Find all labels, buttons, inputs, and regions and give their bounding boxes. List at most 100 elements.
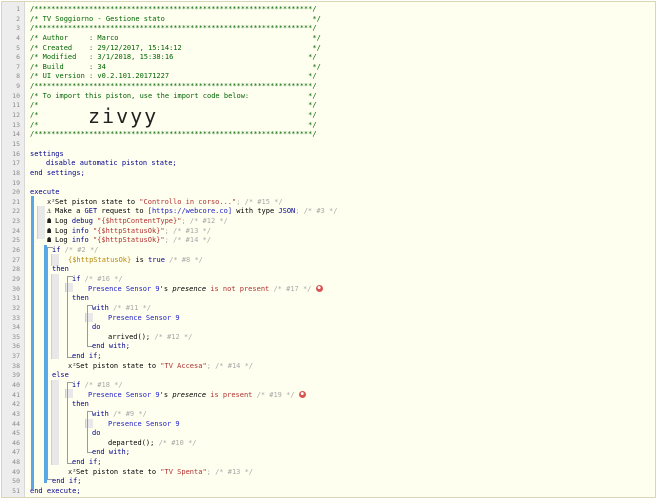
line-number: 18 bbox=[12, 168, 20, 177]
command-text: arrived(); bbox=[108, 332, 151, 341]
code-line[interactable]: 43 with /* #9 */ bbox=[2, 410, 655, 420]
statement-text: Set piston state to bbox=[76, 467, 161, 476]
string-literal: "TV Spenta" bbox=[160, 467, 207, 476]
line-number: 7 bbox=[16, 62, 20, 71]
string-literal: "{$httpStatusOk}" bbox=[92, 236, 165, 245]
code-line: 31 then bbox=[2, 294, 655, 304]
end-execute-keyword: end execute; bbox=[30, 487, 81, 496]
string-literal: "{$httpStatusOk}" bbox=[92, 226, 165, 235]
statement-comment: /* #10 */ bbox=[154, 438, 197, 447]
code-line: 37 end if; bbox=[2, 352, 655, 362]
line-number: 44 bbox=[12, 419, 20, 428]
header-stars: /***************************************… bbox=[30, 130, 317, 139]
header-title: /* TV Soggiorno - Gestione stato */ bbox=[30, 14, 321, 23]
if-keyword: if bbox=[52, 246, 61, 255]
code-line[interactable]: 26 if /* #2 */ bbox=[2, 246, 655, 256]
line-number: 20 bbox=[12, 188, 20, 197]
if-keyword: if bbox=[72, 274, 81, 283]
trace-icon[interactable]: ● bbox=[315, 285, 323, 293]
statement-comment: ; /* #14 */ bbox=[164, 236, 211, 245]
line-number: 5 bbox=[16, 43, 20, 52]
header-author: /* Author : Marco */ bbox=[30, 33, 321, 42]
code-line[interactable]: 32 with /* #11 */ bbox=[2, 304, 655, 314]
log-level: info bbox=[71, 226, 89, 235]
statement-comment: /* #16 */ bbox=[84, 274, 123, 283]
code-line[interactable]: 27 {$httpStatusOk} is true /* #8 */ bbox=[2, 256, 655, 266]
code-line[interactable]: 35 arrived(); /* #12 */ bbox=[2, 333, 655, 343]
with-keyword: with bbox=[92, 303, 109, 312]
statement-comment: /* #9 */ bbox=[113, 409, 147, 418]
then-keyword: then bbox=[72, 294, 89, 303]
code-line[interactable]: 44 Presence Sensor 9 bbox=[2, 420, 655, 430]
line-number: 30 bbox=[12, 284, 20, 293]
code-line: 5 /* Created : 29/12/2017, 15:14:12 */ bbox=[2, 44, 655, 54]
then-keyword: then bbox=[52, 265, 69, 274]
code-line[interactable]: 33 Presence Sensor 9 bbox=[2, 314, 655, 324]
trace-icon[interactable]: ● bbox=[298, 391, 306, 399]
method-keyword: GET bbox=[84, 207, 98, 216]
line-number: 22 bbox=[12, 207, 20, 216]
line-number: 39 bbox=[12, 371, 20, 380]
device-name: Presence Sensor 9 bbox=[108, 313, 180, 322]
code-line: 17 disable automatic piston state; bbox=[2, 159, 655, 169]
code-line: 34 do bbox=[2, 323, 655, 333]
code-line[interactable]: 41 Presence Sensor 9's presence is presen… bbox=[2, 391, 655, 401]
statement-text: Log bbox=[55, 236, 72, 245]
line-number: 26 bbox=[12, 246, 20, 255]
code-line[interactable]: 30 Presence Sensor 9's presence is not pr… bbox=[2, 285, 655, 295]
line-number: 34 bbox=[12, 323, 20, 332]
code-line[interactable]: 24 ☗ Log info "{$httpStatusOk}"; /* #13 */ bbox=[2, 227, 655, 237]
code-line[interactable]: 46 departed(); /* #10 */ bbox=[2, 439, 655, 449]
line-number: 21 bbox=[12, 197, 20, 206]
variable-expression: {$httpStatusOk} bbox=[68, 255, 132, 264]
code-line[interactable]: 29 if /* #16 */ bbox=[2, 275, 655, 285]
code-line: 42 then bbox=[2, 400, 655, 410]
code-line: 8 /* UI version : v0.2.101.20171227 */ bbox=[2, 72, 655, 82]
statement-comment: ; /* #13 */ bbox=[164, 226, 211, 235]
statement-comment: /* #19 */ bbox=[252, 390, 295, 399]
x2-icon: x² bbox=[47, 197, 56, 206]
line-number: 45 bbox=[12, 429, 20, 438]
device-name: Presence Sensor 9 bbox=[88, 284, 160, 293]
statement-text: with type bbox=[232, 207, 279, 216]
code-line: 28 then bbox=[2, 265, 655, 275]
code-line[interactable]: 23 ☗ Log debug "{$httpContentType}"; /* #1… bbox=[2, 217, 655, 227]
line-number: 13 bbox=[12, 120, 20, 129]
settings-keyword: settings bbox=[30, 149, 64, 158]
line-number: 49 bbox=[12, 467, 20, 476]
code-line[interactable]: 49 x²Set piston state to "TV Spenta"; /* … bbox=[2, 468, 655, 478]
string-literal: "{$httpContentType}" bbox=[97, 217, 182, 226]
string-literal: "TV Accesa" bbox=[160, 361, 207, 370]
code-line[interactable]: 40 if /* #18 */ bbox=[2, 381, 655, 391]
line-number: 50 bbox=[12, 477, 20, 486]
statement-comment: ; /* #14 */ bbox=[206, 361, 254, 370]
end-if-keyword: end if; bbox=[72, 352, 102, 361]
statement-text: Log bbox=[55, 226, 72, 235]
line-number: 37 bbox=[12, 352, 20, 361]
code-line[interactable]: 21 x²Set piston state to "Controllo in co… bbox=[2, 198, 655, 208]
execute-keyword: execute bbox=[30, 188, 60, 197]
header-empty: /* */ bbox=[30, 101, 317, 110]
statement-comment: ; /* #13 */ bbox=[206, 467, 254, 476]
code-line: 9 /**************************************… bbox=[2, 82, 655, 92]
code-line[interactable]: 38 x²Set piston state to "TV Accesa"; /* … bbox=[2, 362, 655, 372]
disable-setting[interactable]: disable automatic piston state; bbox=[46, 159, 177, 169]
line-number: 15 bbox=[12, 139, 20, 148]
line-number: 28 bbox=[12, 265, 20, 274]
line-number: 43 bbox=[12, 409, 20, 418]
code-lines: 1 /**************************************… bbox=[2, 5, 655, 497]
code-line: 14 /*************************************… bbox=[2, 130, 655, 140]
line-number: 14 bbox=[12, 130, 20, 139]
code-line[interactable]: 22 ⚓ Make a GET request to [https://webcor… bbox=[2, 207, 655, 217]
line-number: 3 bbox=[16, 24, 20, 33]
code-line: 50 end if; bbox=[2, 477, 655, 487]
attribute-name: presence bbox=[172, 284, 207, 293]
condition-text: 's bbox=[159, 390, 173, 399]
header-ui-version: /* UI version : v0.2.101.20171227 */ bbox=[30, 72, 317, 81]
line-number: 16 bbox=[12, 149, 20, 158]
line-number: 27 bbox=[12, 255, 20, 264]
line-number: 51 bbox=[12, 487, 20, 496]
line-number: 25 bbox=[12, 236, 20, 245]
code-line[interactable]: 25 ☗ Log info "{$httpStatusOk}"; /* #14 */ bbox=[2, 236, 655, 246]
end-with-keyword: end with; bbox=[92, 448, 130, 457]
